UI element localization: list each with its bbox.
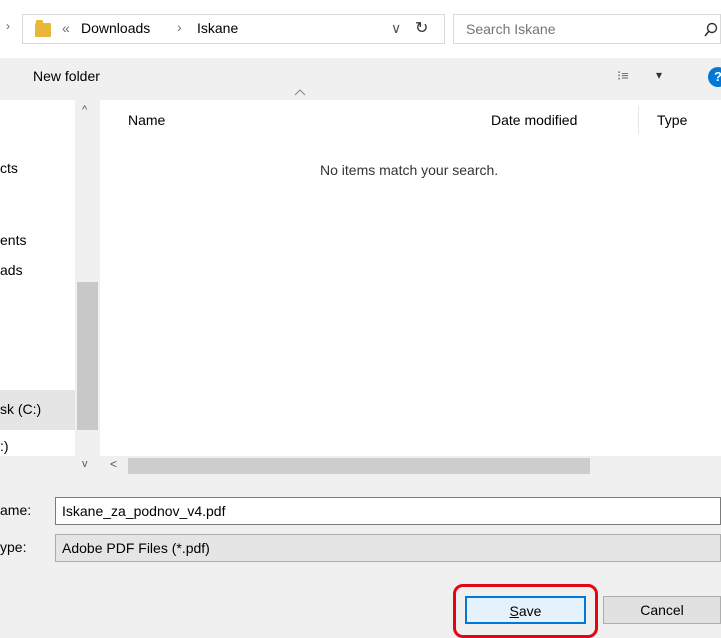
empty-list-message: No items match your search. — [320, 162, 499, 178]
search-input[interactable] — [466, 19, 686, 39]
cancel-label: Cancel — [640, 602, 684, 618]
back-chevron-icon[interactable]: › — [6, 19, 10, 33]
sort-ascending-icon — [294, 89, 306, 96]
nav-item-drive[interactable]: :) — [0, 438, 9, 454]
nav-item-objects[interactable]: cts — [0, 160, 18, 176]
save-as-type-select[interactable]: Adobe PDF Files (*.pdf) — [55, 534, 721, 562]
file-list-pane: Name Date modified Type No items match y… — [100, 89, 721, 456]
toolbar: New folder ⁝≡ ▾ ? — [0, 58, 721, 98]
scroll-up-icon[interactable]: ^ — [82, 104, 87, 116]
search-box[interactable] — [453, 14, 721, 44]
refresh-icon[interactable]: ↻ — [415, 18, 428, 38]
help-icon[interactable]: ? — [708, 67, 721, 87]
nav-item-local-disk-label: sk (C:) — [0, 401, 42, 417]
column-header-date-modified[interactable]: Date modified — [491, 112, 577, 128]
view-dropdown-icon[interactable]: ▾ — [656, 68, 662, 82]
filename-input[interactable]: Iskane_za_podnov_v4.pdf — [55, 497, 721, 525]
nav-item-documents[interactable]: ents — [0, 232, 26, 248]
breadcrumb-iskane[interactable]: Iskane — [197, 20, 238, 36]
scroll-left-icon[interactable]: < — [110, 457, 117, 471]
nav-item-downloads[interactable]: ads — [0, 262, 23, 278]
search-icon[interactable] — [704, 22, 718, 38]
address-row: › « Downloads › Iskane ∨ ↻ — [0, 0, 721, 58]
cancel-button[interactable]: Cancel — [603, 596, 721, 624]
filename-label: ame: — [0, 502, 32, 518]
view-options-icon[interactable]: ⁝≡ — [617, 68, 629, 84]
new-folder-button[interactable]: New folder — [33, 68, 100, 84]
breadcrumb-separator-icon: › — [177, 19, 182, 35]
navigation-scroll-thumb[interactable] — [77, 282, 98, 430]
address-bar[interactable]: « Downloads › Iskane ∨ ↻ — [22, 14, 445, 44]
breadcrumb-overflow[interactable]: « — [62, 20, 70, 36]
save-as-type-value: Adobe PDF Files (*.pdf) — [62, 540, 210, 556]
filename-value: Iskane_za_podnov_v4.pdf — [62, 503, 226, 519]
breadcrumb-downloads[interactable]: Downloads — [81, 20, 150, 36]
navigation-pane: cts ents ads sk (C:) :) — [0, 100, 75, 456]
horizontal-scroll-thumb[interactable] — [128, 458, 590, 474]
annotation-highlight — [453, 584, 598, 638]
folder-icon — [35, 20, 51, 37]
address-dropdown-icon[interactable]: ∨ — [391, 20, 401, 37]
scroll-down-icon[interactable]: v — [82, 458, 88, 470]
nav-item-local-disk-selected[interactable]: sk (C:) — [0, 390, 75, 430]
column-header-name[interactable]: Name — [128, 112, 165, 128]
column-divider[interactable] — [638, 106, 639, 134]
save-as-type-label: ype: — [0, 539, 27, 555]
column-header-type[interactable]: Type — [657, 112, 687, 128]
